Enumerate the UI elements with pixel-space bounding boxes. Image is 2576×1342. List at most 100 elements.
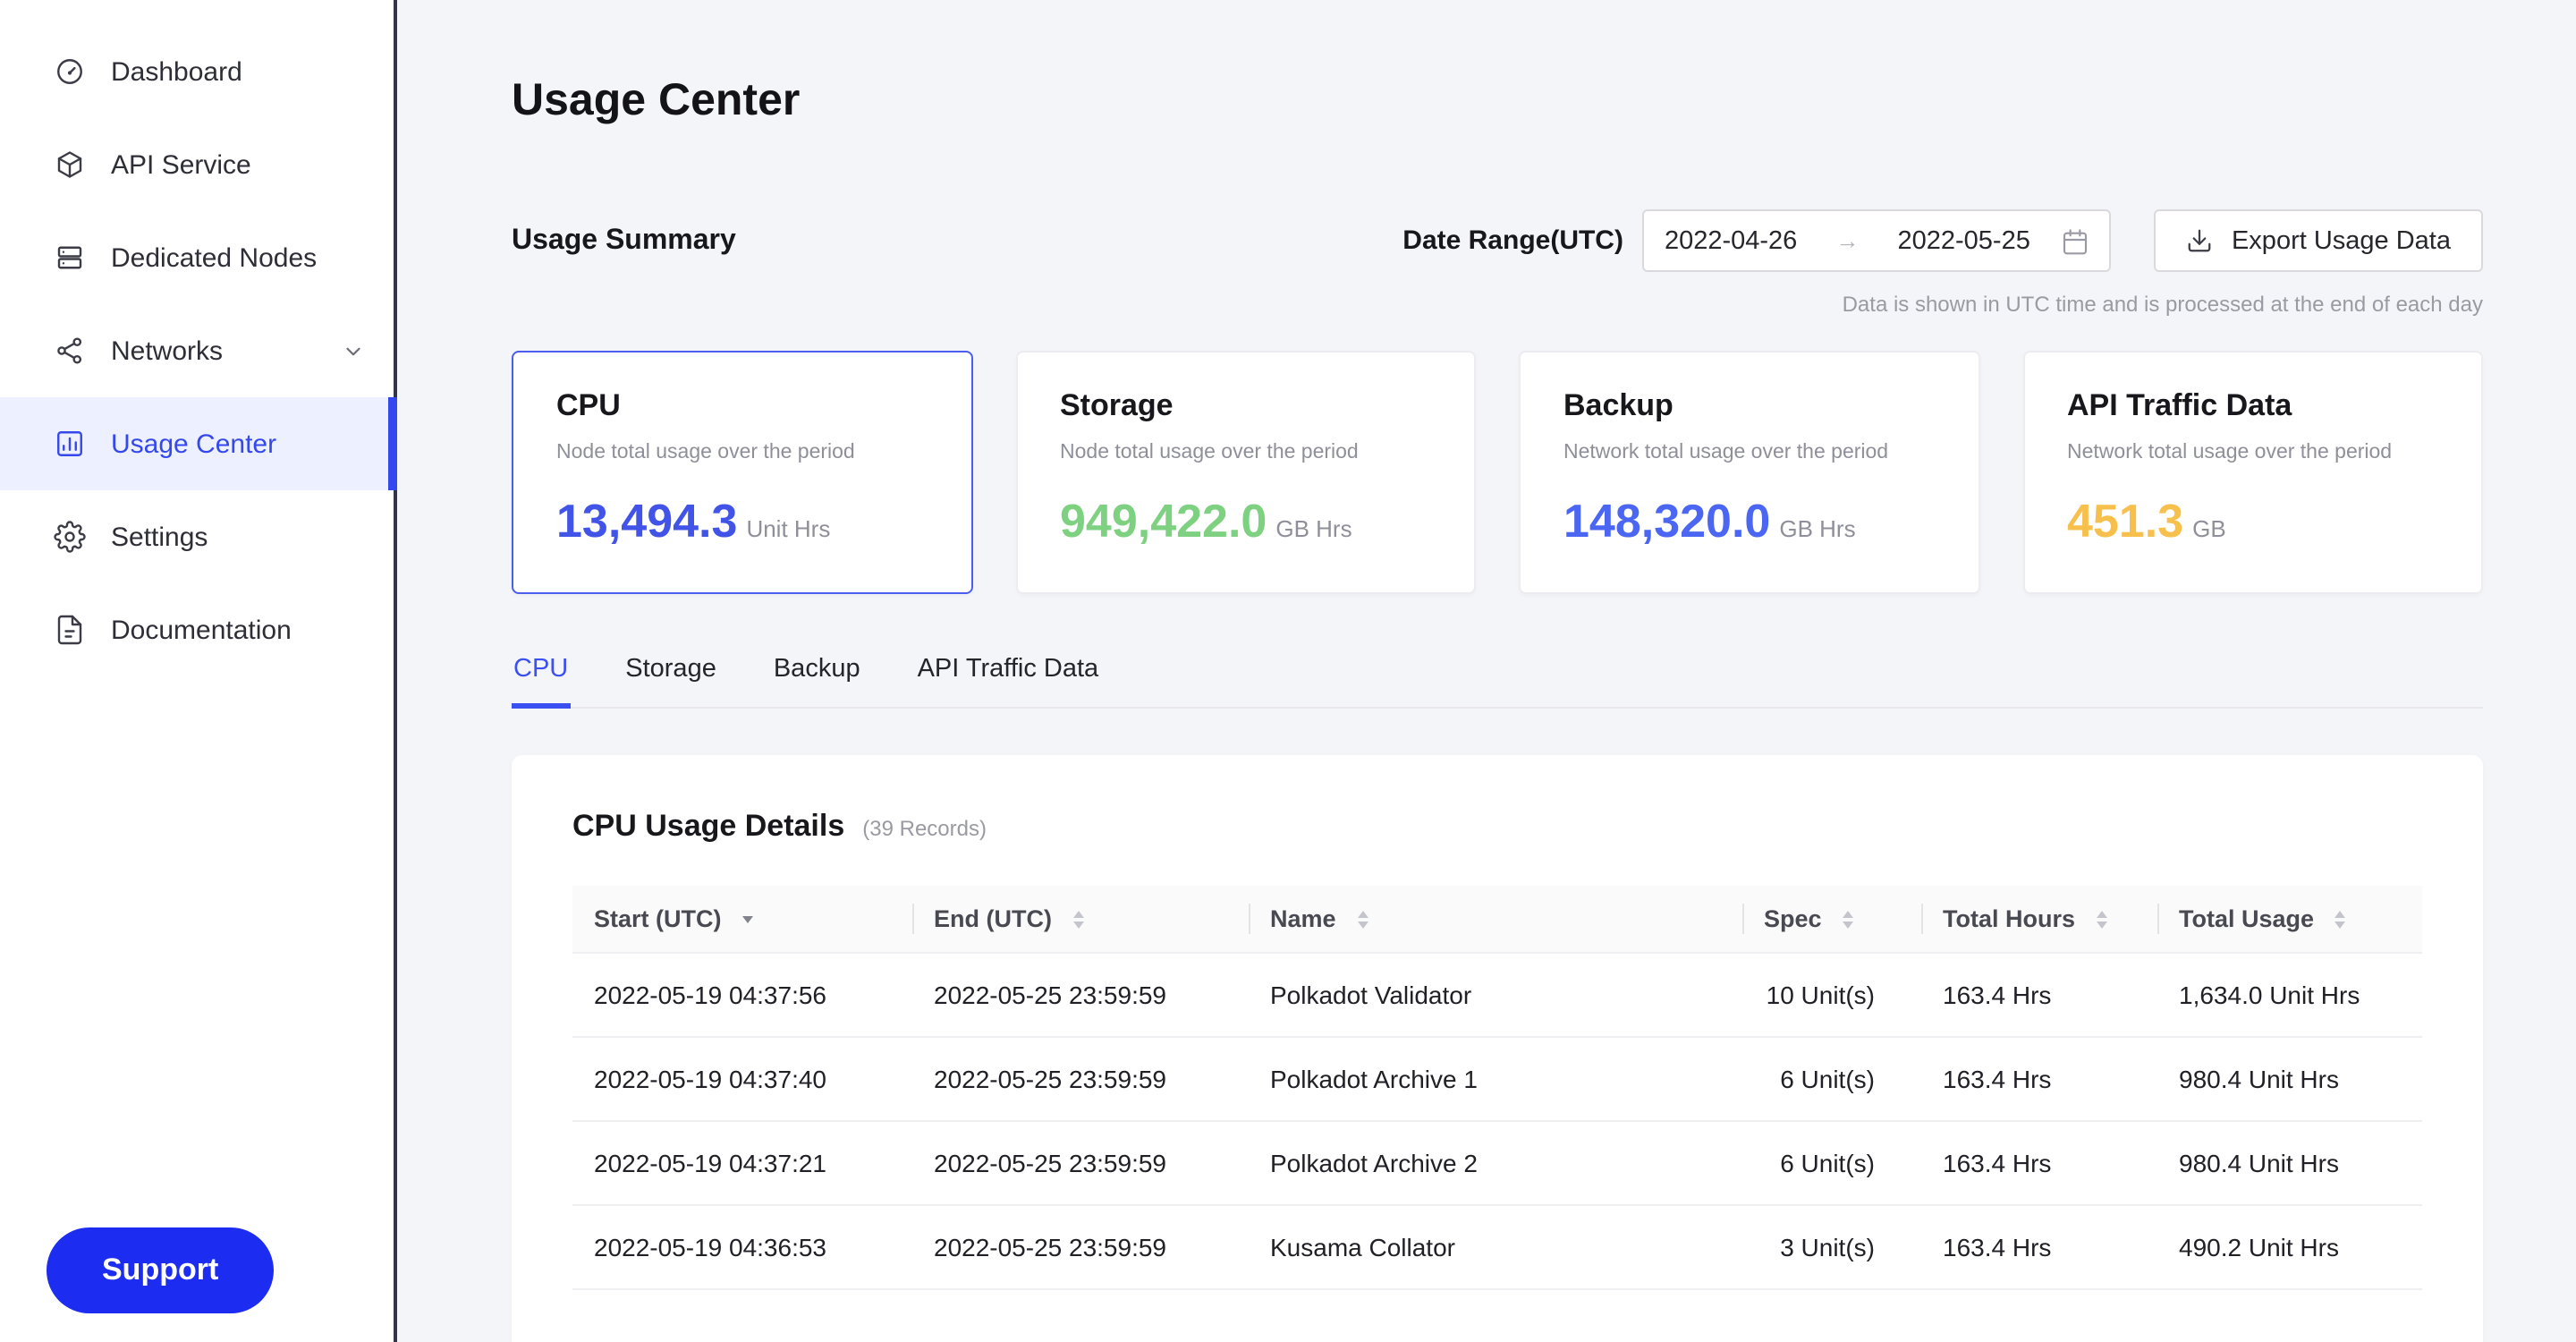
cpu-usage-details-panel: CPU Usage Details (39 Records) Start (UT… [512, 755, 2483, 1342]
card-title: Backup [1563, 388, 1935, 424]
sidebar-item-networks[interactable]: Networks [0, 304, 397, 397]
card-unit: GB Hrs [1779, 515, 1855, 542]
summary-heading: Usage Summary [512, 225, 736, 257]
table-row: 2022-05-19 04:36:53 2022-05-25 23:59:59 … [572, 1205, 2422, 1289]
cell-name: Polkadot Validator [1249, 953, 1742, 1037]
sidebar-item-label: Usage Center [111, 429, 276, 459]
sidebar-item-documentation[interactable]: Documentation [0, 583, 397, 676]
sort-icon [1843, 912, 1853, 930]
calendar-icon[interactable] [2062, 226, 2090, 255]
cell-name: Kusama Collator [1249, 1205, 1742, 1289]
card-unit: GB Hrs [1275, 515, 1352, 542]
cell-total-hours: 163.4 Hrs [1921, 1037, 2157, 1121]
cell-start: 2022-05-19 04:37:40 [572, 1037, 912, 1121]
card-value: 148,320.0GB Hrs [1563, 494, 1935, 549]
sort-desc-icon [742, 917, 753, 924]
column-header-end-utc[interactable]: End (UTC) [912, 886, 1249, 953]
app-window: Dashboard API Service Dedicated Nodes Ne… [0, 0, 2576, 1342]
panel-title: CPU Usage Details [572, 809, 844, 845]
date-range-picker[interactable]: 2022-04-26 → 2022-05-25 [1643, 209, 2112, 272]
sidebar-item-dashboard[interactable]: Dashboard [0, 25, 397, 118]
cell-name: Polkadot Archive 2 [1249, 1121, 1742, 1205]
sidebar-item-label: Settings [111, 522, 208, 552]
dashboard-icon [54, 55, 86, 88]
cell-end: 2022-05-25 23:59:59 [912, 953, 1249, 1037]
cell-total-usage: 980.4 Unit Hrs [2157, 1121, 2422, 1205]
column-header-start-utc[interactable]: Start (UTC) [572, 886, 912, 953]
summary-cards: CPU Node total usage over the period 13,… [512, 351, 2483, 594]
cell-spec: 3 Unit(s) [1742, 1205, 1921, 1289]
sort-icon [2097, 912, 2107, 930]
sidebar-item-label: Networks [111, 336, 223, 366]
sidebar-item-usage-center[interactable]: Usage Center [0, 397, 397, 490]
main-content: Usage Center Usage Summary Date Range(UT… [397, 0, 2576, 1342]
card-unit: Unit Hrs [746, 515, 830, 542]
cell-name: Polkadot Archive 1 [1249, 1037, 1742, 1121]
date-range-label: Date Range(UTC) [1402, 225, 1623, 256]
cell-total-hours: 163.4 Hrs [1921, 1205, 2157, 1289]
utc-note: Data is shown in UTC time and is process… [512, 292, 2483, 317]
card-subtitle: Node total usage over the period [1060, 442, 1431, 463]
api-service-icon [54, 149, 86, 181]
card-subtitle: Network total usage over the period [1563, 442, 1935, 463]
card-title: Storage [1060, 388, 1431, 424]
cell-start: 2022-05-19 04:37:56 [572, 953, 912, 1037]
sidebar: Dashboard API Service Dedicated Nodes Ne… [0, 0, 397, 1342]
chevron-down-icon [342, 339, 365, 362]
summary-header: Usage Summary Date Range(UTC) 2022-04-26… [512, 209, 2483, 272]
sidebar-item-label: Dedicated Nodes [111, 242, 317, 273]
card-value: 13,494.3Unit Hrs [556, 494, 928, 549]
card-subtitle: Node total usage over the period [556, 442, 928, 463]
card-api-traffic[interactable]: API Traffic Data Network total usage ove… [2022, 351, 2483, 594]
tab-backup[interactable]: Backup [772, 655, 862, 709]
support-button[interactable]: Support [47, 1227, 274, 1313]
date-start-input[interactable]: 2022-04-26 [1665, 226, 1797, 255]
sidebar-item-api-service[interactable]: API Service [0, 118, 397, 211]
column-header-spec[interactable]: Spec [1742, 886, 1921, 953]
column-header-total-hours[interactable]: Total Hours [1921, 886, 2157, 953]
tab-storage[interactable]: Storage [623, 655, 718, 709]
cell-total-hours: 163.4 Hrs [1921, 1121, 2157, 1205]
card-subtitle: Network total usage over the period [2067, 442, 2438, 463]
documentation-icon [54, 614, 86, 646]
detail-tabs: CPU Storage Backup API Traffic Data [512, 655, 2483, 709]
sort-icon [1357, 912, 1368, 930]
card-backup[interactable]: Backup Network total usage over the peri… [1519, 351, 1979, 594]
sidebar-item-dedicated-nodes[interactable]: Dedicated Nodes [0, 211, 397, 304]
column-header-name[interactable]: Name [1249, 886, 1742, 953]
card-value: 451.3GB [2067, 494, 2438, 549]
cell-start: 2022-05-19 04:36:53 [572, 1205, 912, 1289]
download-icon [2187, 227, 2214, 254]
export-usage-data-button[interactable]: Export Usage Data [2155, 209, 2483, 272]
cell-spec: 10 Unit(s) [1742, 953, 1921, 1037]
export-button-label: Export Usage Data [2232, 226, 2451, 255]
cell-total-usage: 1,634.0 Unit Hrs [2157, 953, 2422, 1037]
table-row: 2022-05-19 04:37:40 2022-05-25 23:59:59 … [572, 1037, 2422, 1121]
card-storage[interactable]: Storage Node total usage over the period… [1015, 351, 1476, 594]
date-end-input[interactable]: 2022-05-25 [1898, 226, 2030, 255]
gear-icon [54, 521, 86, 553]
tab-cpu[interactable]: CPU [512, 655, 570, 709]
table-row: 2022-05-19 04:37:21 2022-05-25 23:59:59 … [572, 1121, 2422, 1205]
page-title: Usage Center [512, 75, 2483, 127]
cell-total-hours: 163.4 Hrs [1921, 953, 2157, 1037]
card-cpu[interactable]: CPU Node total usage over the period 13,… [512, 351, 972, 594]
arrow-right-icon: → [1828, 227, 1866, 254]
table-row: 2022-05-19 04:37:56 2022-05-25 23:59:59 … [572, 953, 2422, 1037]
sidebar-item-settings[interactable]: Settings [0, 490, 397, 583]
sidebar-item-label: Dashboard [111, 56, 242, 87]
cell-spec: 6 Unit(s) [1742, 1121, 1921, 1205]
tab-api-traffic-data[interactable]: API Traffic Data [916, 655, 1101, 709]
usage-center-icon [54, 428, 86, 460]
card-title: API Traffic Data [2067, 388, 2438, 424]
column-header-total-usage[interactable]: Total Usage [2157, 886, 2422, 953]
table-header-row: Start (UTC) End (UTC) Name Spec [572, 886, 2422, 953]
sort-icon [1073, 912, 1084, 930]
records-count: (39 Records) [862, 816, 987, 841]
cell-end: 2022-05-25 23:59:59 [912, 1121, 1249, 1205]
cell-total-usage: 980.4 Unit Hrs [2157, 1037, 2422, 1121]
sidebar-item-label: Documentation [111, 615, 292, 645]
usage-table: Start (UTC) End (UTC) Name Spec [572, 886, 2422, 1290]
sidebar-item-label: API Service [111, 149, 251, 180]
cell-end: 2022-05-25 23:59:59 [912, 1205, 1249, 1289]
